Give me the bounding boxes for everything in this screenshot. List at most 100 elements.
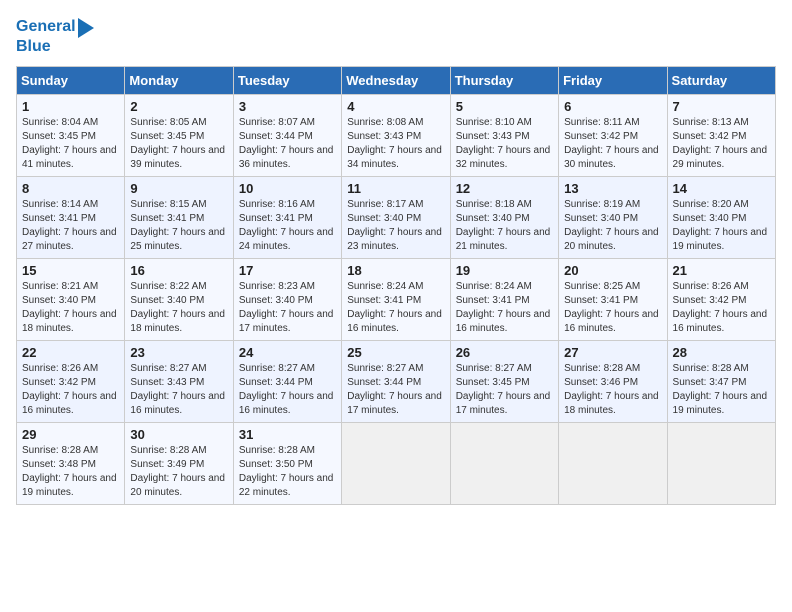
calendar-cell: 28 Sunrise: 8:28 AM Sunset: 3:47 PM Dayli… (667, 340, 775, 422)
calendar-col-saturday: Saturday (667, 66, 775, 94)
logo-text: General (16, 18, 76, 36)
day-number: 1 (22, 99, 119, 114)
day-detail: Sunrise: 8:26 AM Sunset: 3:42 PM Dayligh… (22, 362, 119, 418)
day-detail: Sunrise: 8:04 AM Sunset: 3:45 PM Dayligh… (22, 116, 119, 172)
day-number: 19 (456, 263, 553, 278)
calendar-cell: 4 Sunrise: 8:08 AM Sunset: 3:43 PM Daylig… (342, 94, 450, 176)
day-number: 4 (347, 99, 444, 114)
day-detail: Sunrise: 8:28 AM Sunset: 3:49 PM Dayligh… (130, 444, 227, 500)
day-detail: Sunrise: 8:27 AM Sunset: 3:45 PM Dayligh… (456, 362, 553, 418)
day-number: 10 (239, 181, 336, 196)
day-detail: Sunrise: 8:27 AM Sunset: 3:44 PM Dayligh… (239, 362, 336, 418)
calendar-col-tuesday: Tuesday (233, 66, 341, 94)
day-detail: Sunrise: 8:26 AM Sunset: 3:42 PM Dayligh… (673, 280, 770, 336)
calendar-header-row: SundayMondayTuesdayWednesdayThursdayFrid… (17, 66, 776, 94)
day-detail: Sunrise: 8:23 AM Sunset: 3:40 PM Dayligh… (239, 280, 336, 336)
day-number: 25 (347, 345, 444, 360)
day-detail: Sunrise: 8:11 AM Sunset: 3:42 PM Dayligh… (564, 116, 661, 172)
day-detail: Sunrise: 8:28 AM Sunset: 3:46 PM Dayligh… (564, 362, 661, 418)
day-detail: Sunrise: 8:27 AM Sunset: 3:43 PM Dayligh… (130, 362, 227, 418)
page-header: General Blue (16, 16, 776, 56)
logo-text2: Blue (16, 38, 51, 56)
day-number: 23 (130, 345, 227, 360)
logo-arrow-icon (78, 18, 94, 38)
calendar-cell: 1 Sunrise: 8:04 AM Sunset: 3:45 PM Daylig… (17, 94, 125, 176)
day-detail: Sunrise: 8:17 AM Sunset: 3:40 PM Dayligh… (347, 198, 444, 254)
day-detail: Sunrise: 8:28 AM Sunset: 3:50 PM Dayligh… (239, 444, 336, 500)
calendar-col-friday: Friday (559, 66, 667, 94)
calendar-cell: 5Sunrise: 8:10 AM Sunset: 3:43 PM Daylig… (450, 94, 558, 176)
day-number: 3 (239, 99, 336, 114)
day-detail: Sunrise: 8:05 AM Sunset: 3:45 PM Dayligh… (130, 116, 227, 172)
calendar-cell: 3 Sunrise: 8:07 AM Sunset: 3:44 PM Daylig… (233, 94, 341, 176)
day-number: 2 (130, 99, 227, 114)
calendar-cell: 21 Sunrise: 8:26 AM Sunset: 3:42 PM Dayli… (667, 258, 775, 340)
day-number: 26 (456, 345, 553, 360)
calendar-cell (342, 422, 450, 504)
day-number: 12 (456, 181, 553, 196)
day-number: 9 (130, 181, 227, 196)
day-number: 8 (22, 181, 119, 196)
calendar-week-2: 8 Sunrise: 8:14 AM Sunset: 3:41 PM Daylig… (17, 176, 776, 258)
calendar-col-sunday: Sunday (17, 66, 125, 94)
day-detail: Sunrise: 8:24 AM Sunset: 3:41 PM Dayligh… (456, 280, 553, 336)
calendar-cell: 13Sunrise: 8:19 AM Sunset: 3:40 PM Dayli… (559, 176, 667, 258)
day-detail: Sunrise: 8:20 AM Sunset: 3:40 PM Dayligh… (673, 198, 770, 254)
calendar-cell: 14 Sunrise: 8:20 AM Sunset: 3:40 PM Dayli… (667, 176, 775, 258)
calendar-cell: 11 Sunrise: 8:17 AM Sunset: 3:40 PM Dayli… (342, 176, 450, 258)
day-detail: Sunrise: 8:24 AM Sunset: 3:41 PM Dayligh… (347, 280, 444, 336)
calendar-cell: 31 Sunrise: 8:28 AM Sunset: 3:50 PM Dayli… (233, 422, 341, 504)
day-number: 30 (130, 427, 227, 442)
day-number: 14 (673, 181, 770, 196)
day-number: 24 (239, 345, 336, 360)
day-detail: Sunrise: 8:16 AM Sunset: 3:41 PM Dayligh… (239, 198, 336, 254)
calendar-cell: 8 Sunrise: 8:14 AM Sunset: 3:41 PM Daylig… (17, 176, 125, 258)
day-number: 21 (673, 263, 770, 278)
calendar-cell: 10 Sunrise: 8:16 AM Sunset: 3:41 PM Dayli… (233, 176, 341, 258)
day-number: 20 (564, 263, 661, 278)
calendar-cell: 26 Sunrise: 8:27 AM Sunset: 3:45 PM Dayli… (450, 340, 558, 422)
calendar-week-3: 15 Sunrise: 8:21 AM Sunset: 3:40 PM Dayli… (17, 258, 776, 340)
day-number: 16 (130, 263, 227, 278)
day-detail: Sunrise: 8:08 AM Sunset: 3:43 PM Dayligh… (347, 116, 444, 172)
calendar-week-5: 29Sunrise: 8:28 AM Sunset: 3:48 PM Dayli… (17, 422, 776, 504)
day-number: 22 (22, 345, 119, 360)
calendar-cell: 7Sunrise: 8:13 AM Sunset: 3:42 PM Daylig… (667, 94, 775, 176)
calendar-cell: 17Sunrise: 8:23 AM Sunset: 3:40 PM Dayli… (233, 258, 341, 340)
day-number: 27 (564, 345, 661, 360)
day-detail: Sunrise: 8:10 AM Sunset: 3:43 PM Dayligh… (456, 116, 553, 172)
calendar-cell: 20 Sunrise: 8:25 AM Sunset: 3:41 PM Dayli… (559, 258, 667, 340)
day-number: 13 (564, 181, 661, 196)
day-number: 11 (347, 181, 444, 196)
calendar-week-4: 22 Sunrise: 8:26 AM Sunset: 3:42 PM Dayli… (17, 340, 776, 422)
calendar-cell: 6Sunrise: 8:11 AM Sunset: 3:42 PM Daylig… (559, 94, 667, 176)
calendar-cell: 29Sunrise: 8:28 AM Sunset: 3:48 PM Dayli… (17, 422, 125, 504)
day-number: 31 (239, 427, 336, 442)
calendar-cell: 2 Sunrise: 8:05 AM Sunset: 3:45 PM Daylig… (125, 94, 233, 176)
day-detail: Sunrise: 8:21 AM Sunset: 3:40 PM Dayligh… (22, 280, 119, 336)
calendar-cell: 15 Sunrise: 8:21 AM Sunset: 3:40 PM Dayli… (17, 258, 125, 340)
day-number: 7 (673, 99, 770, 114)
day-detail: Sunrise: 8:07 AM Sunset: 3:44 PM Dayligh… (239, 116, 336, 172)
day-number: 15 (22, 263, 119, 278)
calendar-cell: 27 Sunrise: 8:28 AM Sunset: 3:46 PM Dayli… (559, 340, 667, 422)
calendar-cell: 16Sunrise: 8:22 AM Sunset: 3:40 PM Dayli… (125, 258, 233, 340)
day-detail: Sunrise: 8:14 AM Sunset: 3:41 PM Dayligh… (22, 198, 119, 254)
calendar-cell (450, 422, 558, 504)
day-number: 28 (673, 345, 770, 360)
calendar-col-wednesday: Wednesday (342, 66, 450, 94)
logo: General Blue (16, 16, 94, 56)
calendar-cell: 19 Sunrise: 8:24 AM Sunset: 3:41 PM Dayli… (450, 258, 558, 340)
day-detail: Sunrise: 8:27 AM Sunset: 3:44 PM Dayligh… (347, 362, 444, 418)
calendar-cell (667, 422, 775, 504)
calendar-col-thursday: Thursday (450, 66, 558, 94)
day-detail: Sunrise: 8:25 AM Sunset: 3:41 PM Dayligh… (564, 280, 661, 336)
calendar-table: SundayMondayTuesdayWednesdayThursdayFrid… (16, 66, 776, 505)
calendar-col-monday: Monday (125, 66, 233, 94)
calendar-week-1: 1 Sunrise: 8:04 AM Sunset: 3:45 PM Daylig… (17, 94, 776, 176)
calendar-cell: 12Sunrise: 8:18 AM Sunset: 3:40 PM Dayli… (450, 176, 558, 258)
day-detail: Sunrise: 8:28 AM Sunset: 3:47 PM Dayligh… (673, 362, 770, 418)
calendar-cell: 9Sunrise: 8:15 AM Sunset: 3:41 PM Daylig… (125, 176, 233, 258)
day-detail: Sunrise: 8:28 AM Sunset: 3:48 PM Dayligh… (22, 444, 119, 500)
calendar-cell: 22 Sunrise: 8:26 AM Sunset: 3:42 PM Dayli… (17, 340, 125, 422)
